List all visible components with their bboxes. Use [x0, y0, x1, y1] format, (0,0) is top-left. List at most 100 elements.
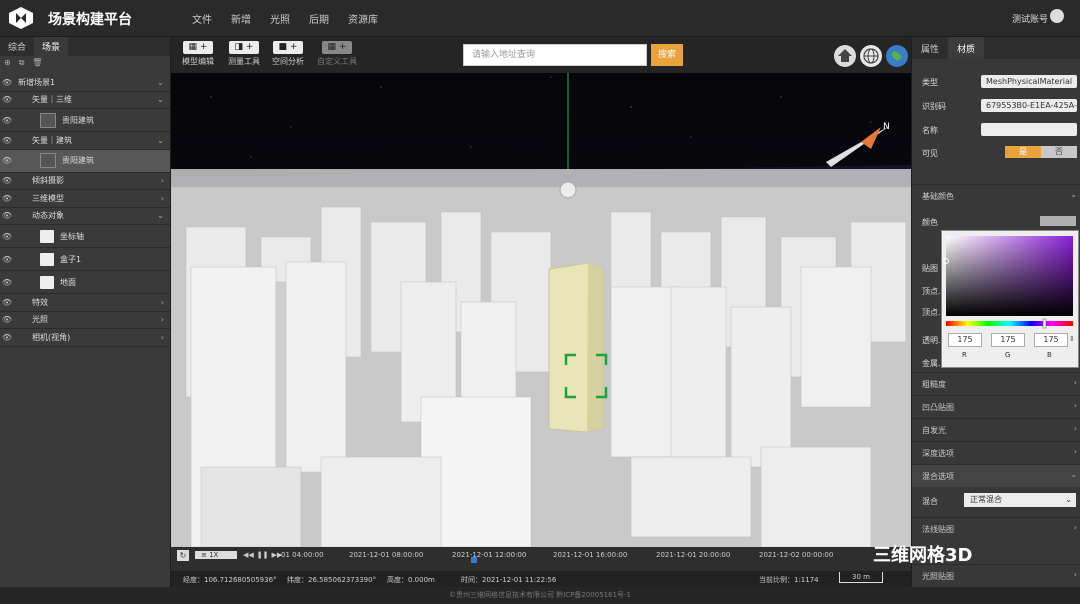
tree-item-camera[interactable]: 👁 相机(视角) ›	[0, 329, 170, 347]
timeline-handle[interactable]	[471, 557, 477, 563]
gizmo-sphere[interactable]	[559, 181, 577, 199]
mode-toggle-icon[interactable]: ⇕	[1069, 335, 1075, 343]
tree-item-lighting[interactable]: 👁 光照 ›	[0, 312, 170, 329]
chevron-right-icon[interactable]: ›	[161, 315, 164, 324]
id-field[interactable]: 679553B0-E1EA-425A-A	[981, 99, 1077, 112]
add-icon[interactable]: ⊕	[4, 58, 11, 72]
globe-icon[interactable]	[860, 45, 882, 67]
section-light-map[interactable]: 光照贴图 ›	[912, 564, 1080, 587]
tree-item-guiyang-1[interactable]: 👁 贵阳建筑	[0, 109, 170, 132]
eye-icon[interactable]: 👁	[0, 315, 14, 324]
section-bump-map[interactable]: 凹凸贴图 ›	[912, 395, 1080, 418]
eye-icon[interactable]: 👁	[0, 78, 14, 87]
delete-icon[interactable]: 🗑	[32, 58, 42, 72]
tree-item-vector-building[interactable]: 👁 矢量｜建筑 ⌄	[0, 132, 170, 150]
tree-item-vector-3d[interactable]: 👁 矢量｜三维 ⌄	[0, 92, 170, 109]
chevron-down-icon[interactable]: ⌄	[157, 211, 164, 220]
top-bar: 场景构建平台 文件 新增 光照 后期 资源库 测试账号	[0, 0, 1080, 37]
tab-material[interactable]: 材质	[948, 37, 985, 59]
eye-icon[interactable]: 👁	[0, 136, 14, 145]
model-edit-tool[interactable]: ▦ + 模型编辑	[175, 41, 221, 67]
tree-item-3d-model[interactable]: 👁 三维模型 ›	[0, 190, 170, 208]
avatar[interactable]	[1050, 9, 1064, 23]
eye-icon[interactable]: 👁	[0, 211, 14, 220]
section-depth[interactable]: 深度选项 ›	[912, 441, 1080, 464]
tree-item-root[interactable]: 👁 新增场景1 ⌄	[0, 74, 170, 92]
eye-icon[interactable]: 👁	[0, 95, 14, 104]
color-swatch[interactable]	[1040, 216, 1076, 226]
section-title: 自发光	[922, 426, 946, 435]
section-title: 深度选项	[922, 449, 954, 458]
tree-item-guiyang-2[interactable]: 👁 贵阳建筑	[0, 149, 170, 173]
tree-item-oblique[interactable]: 👁 倾斜摄影 ›	[0, 173, 170, 190]
refresh-icon[interactable]: ↻	[177, 549, 189, 561]
type-field[interactable]: MeshPhysicalMaterial	[981, 75, 1077, 88]
measure-tool[interactable]: ◨ + 测量工具	[221, 41, 267, 67]
menu-resources[interactable]: 资源库	[348, 11, 378, 26]
city-scene[interactable]: N	[171, 37, 911, 547]
chevron-right-icon[interactable]: ›	[161, 298, 164, 307]
eye-icon[interactable]: 👁	[0, 156, 14, 165]
spatial-analysis-tool[interactable]: ■ + 空间分析	[265, 41, 311, 67]
earth-icon[interactable]	[886, 45, 908, 67]
eye-icon[interactable]: 👁	[0, 255, 14, 264]
speed-select[interactable]: ≡ 1X	[195, 551, 237, 559]
menu-file[interactable]: 文件	[192, 11, 212, 26]
menu-lighting[interactable]: 光照	[270, 11, 290, 26]
tab-scene[interactable]: 场景	[34, 37, 69, 56]
chevron-right-icon[interactable]: ›	[161, 333, 164, 342]
eye-icon[interactable]: 👁	[0, 176, 14, 185]
color-picker[interactable]: 175 175 175 R G B ⇕	[941, 230, 1079, 368]
blend-select[interactable]: 正常混合 ⌄	[964, 493, 1076, 507]
chevron-down-icon: ⌄	[1065, 495, 1072, 504]
tree-item-effects[interactable]: 👁 特效 ›	[0, 294, 170, 312]
rewind-icon[interactable]: ◀◀	[243, 551, 254, 559]
section-base-color[interactable]: 基础颜色 ⌄	[912, 184, 1080, 207]
chevron-down-icon[interactable]: ⌄	[157, 95, 164, 104]
tree-item-axis[interactable]: 👁 坐标轴	[0, 225, 170, 248]
red-input[interactable]: 175	[948, 333, 982, 347]
section-emissive[interactable]: 自发光 ›	[912, 418, 1080, 441]
visible-no-button[interactable]: 否	[1041, 146, 1077, 158]
tree-item-label: 倾斜摄影	[32, 176, 64, 186]
chevron-down-icon[interactable]: ⌄	[157, 78, 164, 87]
3d-viewport[interactable]: N	[171, 37, 911, 547]
menu-add[interactable]: 新增	[231, 11, 251, 26]
tab-overview[interactable]: 综合	[0, 37, 34, 56]
tree-item-dynamic[interactable]: 👁 动态对象 ⌄	[0, 208, 170, 225]
chevron-right-icon[interactable]: ›	[161, 194, 164, 203]
height-readout: 高度：0.000m	[387, 576, 435, 584]
blue-input[interactable]: 175	[1034, 333, 1068, 347]
section-roughness[interactable]: 粗糙度 ›	[912, 372, 1080, 395]
left-tabs: 综合 场景	[0, 37, 170, 56]
pause-icon[interactable]: ❚❚	[257, 551, 269, 559]
hue-slider[interactable]	[946, 321, 1073, 326]
eye-icon[interactable]: 👁	[0, 194, 14, 203]
copy-icon[interactable]: ⧉	[19, 58, 25, 72]
menu-post[interactable]: 后期	[309, 11, 329, 26]
green-input[interactable]: 175	[991, 333, 1025, 347]
tree-item-ground[interactable]: 👁 地面	[0, 271, 170, 294]
tab-properties[interactable]: 属性	[912, 37, 948, 59]
tree-item-box[interactable]: 👁 盒子1	[0, 248, 170, 271]
account-name[interactable]: 测试账号	[1012, 12, 1048, 25]
custom-tool[interactable]: ▦ + 自定义工具	[314, 41, 360, 67]
chevron-right-icon[interactable]: ›	[161, 176, 164, 185]
eye-icon[interactable]: 👁	[0, 232, 14, 241]
eye-icon[interactable]: 👁	[0, 278, 14, 287]
main-menu: 文件 新增 光照 后期 资源库	[192, 11, 378, 26]
eye-icon[interactable]: 👁	[0, 298, 14, 307]
name-field[interactable]	[981, 123, 1077, 136]
eye-icon[interactable]: 👁	[0, 333, 14, 342]
tool-label: 模型编辑	[182, 57, 214, 66]
eye-icon[interactable]: 👁	[0, 116, 14, 125]
tree-item-label: 动态对象	[32, 211, 64, 221]
visible-yes-button[interactable]: 是	[1005, 146, 1041, 158]
search-button[interactable]: 搜索	[651, 44, 683, 66]
section-blend[interactable]: 混合选项 ⌄	[912, 464, 1080, 487]
home-icon[interactable]	[834, 45, 856, 67]
timeline-bar[interactable]: ↻ ≡ 1X ◀◀ ❚❚ ▶▶ 01 04:00:00 2021-12-01 0…	[171, 547, 911, 563]
address-search-input[interactable]: 请输入地址查询	[463, 44, 647, 66]
chevron-down-icon[interactable]: ⌄	[157, 136, 164, 145]
section-normal-map[interactable]: 法线贴图 ›	[912, 517, 1080, 540]
